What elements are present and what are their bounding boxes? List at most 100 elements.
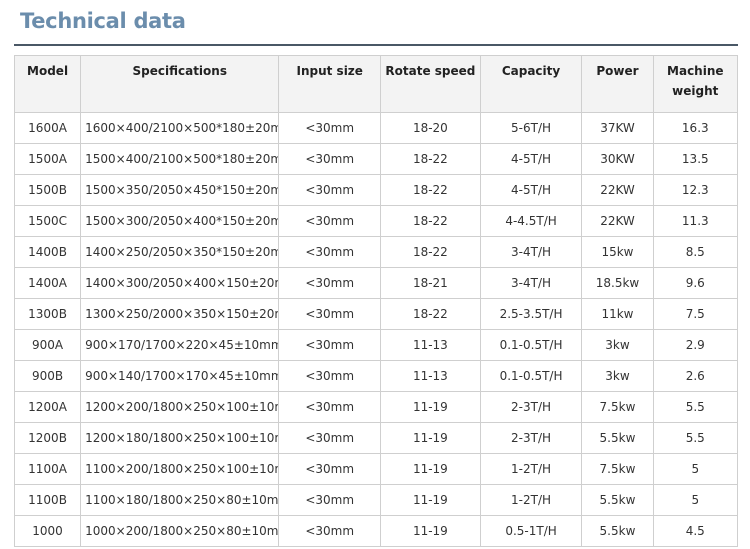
power-cell: 37KW [581, 112, 654, 144]
column-header-machine-weight: Machine weight [652, 55, 739, 113]
input-size-cell: <30mm [278, 422, 382, 454]
specifications-cell: 900×140/1700×170×45±10mm [80, 360, 280, 392]
input-size-cell: <30mm [278, 329, 382, 361]
rotate-speed-cell: 11-19 [380, 515, 481, 547]
table-row: 1100A 1100×200/1800×250×100±10mm <30mm 11-1… [13, 453, 739, 485]
model-cell: 1500B [13, 174, 82, 206]
power-cell: 22KW [581, 174, 654, 206]
machine-weight-cell: 5.5 [652, 422, 739, 454]
machine-weight-cell: 7.5 [652, 298, 739, 330]
column-header-rotate-speed: Rotate speed [380, 55, 481, 113]
capacity-cell: 1-2T/H [479, 453, 583, 485]
input-size-cell: <30mm [278, 236, 382, 268]
model-cell: 1500C [13, 205, 82, 237]
table-row: 1400A 1400×300/2050×400×150±20mm <30mm 18-2… [13, 267, 739, 299]
machine-weight-cell: 9.6 [652, 267, 739, 299]
specifications-cell: 1100×200/1800×250×100±10mm [80, 453, 280, 485]
table-row: 1500B 1500×350/2050×450*150±20mm <30mm 18-2… [13, 174, 739, 206]
power-cell: 5.5kw [581, 515, 654, 547]
rotate-speed-cell: 18-20 [380, 112, 481, 144]
specifications-cell: 1600×400/2100×500*180±20mm [80, 112, 280, 144]
capacity-cell: 4-5T/H [479, 174, 583, 206]
capacity-cell: 1-2T/H [479, 484, 583, 516]
input-size-cell: <30mm [278, 484, 382, 516]
machine-weight-cell: 4.5 [652, 515, 739, 547]
power-cell: 5.5kw [581, 422, 654, 454]
capacity-cell: 3-4T/H [479, 236, 583, 268]
rotate-speed-cell: 11-19 [380, 391, 481, 423]
input-size-cell: <30mm [278, 112, 382, 144]
machine-weight-cell: 13.5 [652, 143, 739, 175]
power-cell: 18.5kw [581, 267, 654, 299]
section-title: Technical data [20, 9, 186, 33]
input-size-cell: <30mm [278, 205, 382, 237]
model-cell: 1000 [13, 515, 82, 547]
table-row: 1500A 1500×400/2100×500*180±20mm <30mm 18-2… [13, 143, 739, 175]
model-cell: 900B [13, 360, 82, 392]
machine-weight-cell: 8.5 [652, 236, 739, 268]
table-row: 1500C 1500×300/2050×400*150±20mm <30mm 18-2… [13, 205, 739, 237]
capacity-cell: 5-6T/H [479, 112, 583, 144]
rotate-speed-cell: 18-22 [380, 174, 481, 206]
column-header-input-size: Input size [278, 55, 382, 113]
specifications-cell: 1300×250/2000×350×150±20mm [80, 298, 280, 330]
table-row: 1200A 1200×200/1800×250×100±10mm <30mm 11-1… [13, 391, 739, 423]
machine-weight-cell: 16.3 [652, 112, 739, 144]
table-row: 1400B 1400×250/2050×350*150±20mm <30mm 18-2… [13, 236, 739, 268]
rotate-speed-cell: 18-22 [380, 298, 481, 330]
model-cell: 1600A [13, 112, 82, 144]
capacity-cell: 2.5-3.5T/H [479, 298, 583, 330]
input-size-cell: <30mm [278, 267, 382, 299]
rotate-speed-cell: 18-22 [380, 236, 481, 268]
power-cell: 22KW [581, 205, 654, 237]
model-cell: 1500A [13, 143, 82, 175]
specifications-cell: 1500×300/2050×400*150±20mm [80, 205, 280, 237]
rotate-speed-cell: 11-19 [380, 453, 481, 485]
rotate-speed-cell: 18-22 [380, 205, 481, 237]
model-cell: 1200A [13, 391, 82, 423]
machine-weight-cell: 5 [652, 453, 739, 485]
model-cell: 1400A [13, 267, 82, 299]
table-row: 1200B 1200×180/1800×250×100±10mm <30mm 11-1… [13, 422, 739, 454]
rotate-speed-cell: 18-22 [380, 143, 481, 175]
specifications-cell: 1400×300/2050×400×150±20mm [80, 267, 280, 299]
column-header-power: Power [581, 55, 654, 113]
capacity-cell: 4-4.5T/H [479, 205, 583, 237]
model-cell: 1200B [13, 422, 82, 454]
power-cell: 7.5kw [581, 453, 654, 485]
capacity-cell: 4-5T/H [479, 143, 583, 175]
table-row: 900B 900×140/1700×170×45±10mm <30mm 11-13 0.… [13, 360, 739, 392]
table-row: 900A 900×170/1700×220×45±10mm <30mm 11-13 0.… [13, 329, 739, 361]
table-body: 1600A 1600×400/2100×500*180±20mm <30mm 18-2… [13, 112, 739, 547]
model-cell: 1400B [13, 236, 82, 268]
rotate-speed-cell: 18-21 [380, 267, 481, 299]
rotate-speed-cell: 11-19 [380, 422, 481, 454]
input-size-cell: <30mm [278, 515, 382, 547]
column-header-specifications: Specifications [80, 55, 280, 113]
specifications-cell: 1000×200/1800×250×80±10mm [80, 515, 280, 547]
column-header-model: Model [13, 55, 82, 113]
machine-weight-cell: 11.3 [652, 205, 739, 237]
machine-weight-cell: 2.6 [652, 360, 739, 392]
specifications-cell: 1200×200/1800×250×100±10mm [80, 391, 280, 423]
power-cell: 3kw [581, 360, 654, 392]
capacity-cell: 3-4T/H [479, 267, 583, 299]
specifications-cell: 1400×250/2050×350*150±20mm [80, 236, 280, 268]
table-header-row: Model Specifications Input size Rotate s… [13, 55, 739, 113]
power-cell: 7.5kw [581, 391, 654, 423]
capacity-cell: 0.1-0.5T/H [479, 360, 583, 392]
input-size-cell: <30mm [278, 174, 382, 206]
model-cell: 1100B [13, 484, 82, 516]
column-header-capacity: Capacity [479, 55, 583, 113]
technical-data-table: Model Specifications Input size Rotate s… [13, 55, 739, 547]
capacity-cell: 2-3T/H [479, 391, 583, 423]
power-cell: 5.5kw [581, 484, 654, 516]
specifications-cell: 900×170/1700×220×45±10mm [80, 329, 280, 361]
specifications-cell: 1500×350/2050×450*150±20mm [80, 174, 280, 206]
machine-weight-cell: 5.5 [652, 391, 739, 423]
model-cell: 900A [13, 329, 82, 361]
input-size-cell: <30mm [278, 391, 382, 423]
capacity-cell: 2-3T/H [479, 422, 583, 454]
model-cell: 1100A [13, 453, 82, 485]
input-size-cell: <30mm [278, 298, 382, 330]
